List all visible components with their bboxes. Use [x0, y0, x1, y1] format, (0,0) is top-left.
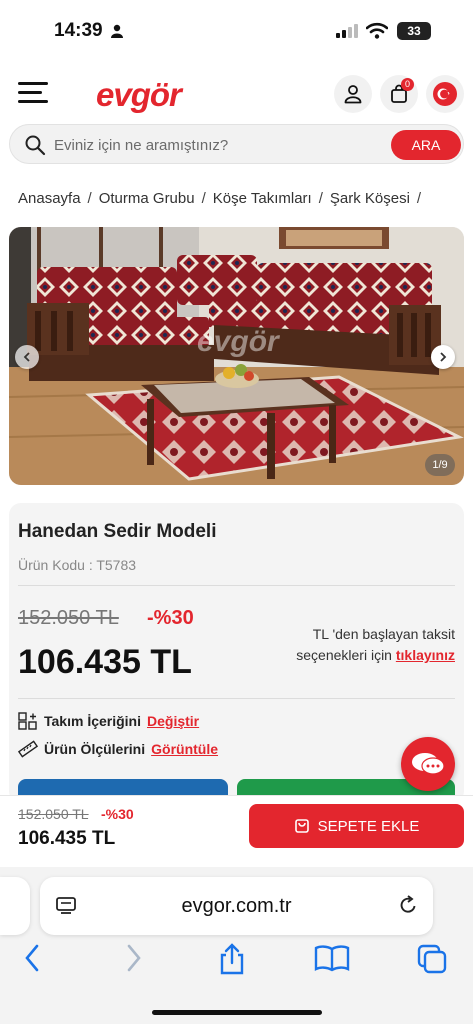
breadcrumb: Anasayfa / Oturma Grubu / Köşe Takımları / Şar…: [18, 190, 422, 207]
battery-indicator: 33: [397, 22, 431, 40]
product-info-card: Hanedan Sedir Modeli Ürün Kodu : T5783 1…: [9, 503, 464, 803]
search-icon: [24, 134, 46, 161]
bookmarks-icon[interactable]: [314, 943, 350, 978]
menu-icon[interactable]: [18, 82, 48, 104]
product-image-gallery[interactable]: evgör 1/9: [9, 227, 464, 485]
discount-badge: -%30: [147, 607, 194, 629]
turkey-flag-icon: [433, 82, 457, 106]
divider: [18, 698, 455, 699]
search-input[interactable]: [54, 133, 384, 157]
address-bar[interactable]: evgor.com.tr: [40, 877, 433, 935]
installment-text-2: seçenekleri için: [296, 647, 392, 663]
language-button[interactable]: [426, 75, 464, 113]
previous-tab-preview[interactable]: [0, 877, 30, 935]
tabs-icon[interactable]: [416, 943, 448, 980]
chevron-right-icon: [440, 352, 447, 362]
installment-link[interactable]: tıklayınız: [396, 647, 455, 663]
site-logo[interactable]: evgör: [96, 76, 182, 114]
chat-bubbles-icon: [412, 753, 445, 775]
breadcrumb-home[interactable]: Anasayfa: [18, 190, 81, 207]
cart-button[interactable]: 0: [380, 75, 418, 113]
account-button[interactable]: [334, 75, 372, 113]
add-to-cart-label: SEPETE EKLE: [317, 817, 420, 835]
cart-icon: [294, 819, 309, 833]
home-indicator: [152, 1010, 322, 1015]
image-watermark: evgör: [197, 325, 279, 358]
sticky-price: 106.435 TL: [18, 828, 116, 849]
installment-text-1: TL 'den başlayan taksit: [312, 626, 455, 642]
old-price: 152.050 TL: [18, 607, 119, 629]
product-title: Hanedan Sedir Modeli: [18, 521, 217, 542]
user-icon: [344, 85, 362, 104]
search-bar: ARA: [9, 124, 464, 164]
set-content-icon: [18, 712, 37, 730]
view-dimensions-link[interactable]: Görüntüle: [151, 741, 218, 757]
ruler-icon: [18, 740, 38, 758]
reload-icon[interactable]: [397, 894, 419, 921]
sticky-purchase-bar: 152.050 TL -%30 106.435 TL SEPETE EKLE: [0, 795, 473, 867]
divider: [18, 585, 455, 586]
back-icon[interactable]: [22, 943, 42, 978]
cellular-signal-icon: [336, 24, 358, 38]
browser-toolbar: evgor.com.tr: [0, 867, 473, 1024]
status-bar: 14:39 33: [0, 0, 473, 62]
search-button[interactable]: ARA: [391, 130, 461, 160]
status-time: 14:39: [54, 20, 103, 41]
gallery-next-button[interactable]: [431, 345, 455, 369]
chat-button[interactable]: [401, 737, 455, 791]
set-content-row: Takım İçeriğini Değiştir: [18, 712, 199, 730]
url-text: evgor.com.tr: [181, 895, 292, 917]
dimensions-label: Ürün Ölçülerini: [44, 741, 146, 757]
add-to-cart-button[interactable]: SEPETE EKLE: [249, 804, 464, 848]
breadcrumb-sark-kosesi[interactable]: Şark Köşesi: [330, 190, 410, 207]
wifi-icon: [365, 22, 389, 44]
cart-count-badge: 0: [401, 78, 414, 91]
site-header: evgör 0: [0, 70, 473, 120]
image-counter: 1/9: [425, 454, 455, 476]
chevron-left-icon: [23, 352, 30, 362]
gallery-prev-button[interactable]: [15, 345, 39, 369]
breadcrumb-oturma-grubu[interactable]: Oturma Grubu: [99, 190, 195, 207]
forward-icon[interactable]: [124, 943, 144, 978]
dimensions-row: Ürün Ölçülerini Görüntüle: [18, 740, 218, 758]
change-set-link[interactable]: Değiştir: [147, 713, 199, 729]
current-price: 106.435 TL: [18, 643, 192, 681]
person-icon: [111, 24, 123, 43]
sticky-discount: -%30: [101, 806, 134, 822]
installment-info: TL 'den başlayan taksit seçenekleri için…: [235, 624, 455, 666]
share-icon[interactable]: [217, 943, 247, 980]
breadcrumb-kose-takimlari[interactable]: Köşe Takımları: [213, 190, 312, 207]
sticky-old-price: 152.050 TL: [18, 806, 89, 822]
product-code: Ürün Kodu : T5783: [18, 557, 137, 573]
set-content-label: Takım İçeriğini: [44, 713, 141, 729]
